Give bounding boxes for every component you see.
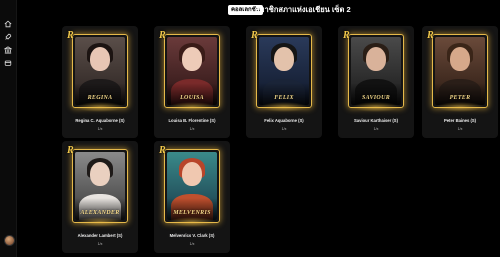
card-count: 1/x: [281, 127, 287, 131]
card-item[interactable]: MELVENRIS R Melvenrics V. Clark (S) 1/x: [154, 141, 230, 253]
card-item[interactable]: SAVIOUR R Saviour Karthaiser (S) 1/x: [338, 26, 414, 138]
card-count: 1/x: [189, 242, 195, 246]
card-item[interactable]: PETER R Peter Baines (S) 1/x: [422, 26, 498, 138]
card-frame: PETER: [432, 34, 488, 108]
cards-icon[interactable]: [4, 59, 12, 67]
card-name: Regina C. Aquaborne (S): [75, 118, 125, 123]
card-name: Melvenrics V. Clark (S): [169, 233, 215, 238]
user-avatar[interactable]: [4, 235, 15, 246]
page-header: คอลเลกชัน สมาชิกสภาแห่งเอเชียน เซ็ต 2: [0, 5, 500, 17]
card-nameplate: SAVIOUR: [362, 95, 390, 101]
card-nameplate: REGINA: [87, 95, 113, 101]
card-name: Saviour Karthaiser (S): [354, 118, 398, 123]
card-count: 1/x: [97, 242, 103, 246]
page-title: สมาชิกสภาแห่งเอเชียน เซ็ต 2: [255, 5, 351, 14]
card-frame: LOUISA: [164, 34, 220, 108]
brand-logo-icon: R: [427, 30, 434, 41]
brand-logo-icon: R: [159, 145, 166, 156]
card-count: 1/x: [457, 127, 463, 131]
rocket-icon[interactable]: [4, 33, 12, 41]
card-nameplate: MELVENRIS: [173, 210, 211, 216]
bank-icon[interactable]: [4, 46, 12, 54]
card-frame: FELIX: [256, 34, 312, 108]
card-name: Alexander Lambert (S): [77, 233, 123, 238]
card-count: 1/x: [97, 127, 103, 131]
brand-logo-icon: R: [343, 30, 350, 41]
card-name: Felix Aquaborne (S): [264, 118, 304, 123]
card-count: 1/x: [373, 127, 379, 131]
card-nameplate: PETER: [449, 95, 471, 101]
card-nameplate: ALEXANDER: [80, 210, 120, 216]
brand-logo-icon: R: [67, 145, 74, 156]
card-count: 1/x: [189, 127, 195, 131]
card-item[interactable]: REGINA R Regina C. Aquaborne (S) 1/x: [62, 26, 138, 138]
card-nameplate: LOUISA: [180, 95, 204, 101]
card-nameplate: FELIX: [274, 95, 294, 101]
card-name: Peter Baines (S): [443, 118, 477, 123]
card-item[interactable]: FELIX R Felix Aquaborne (S) 1/x: [246, 26, 322, 138]
card-frame: MELVENRIS: [164, 149, 220, 223]
card-frame: SAVIOUR: [348, 34, 404, 108]
home-icon[interactable]: [4, 20, 12, 28]
card-name: Louisa B. Florentine (S): [168, 118, 216, 123]
card-frame: REGINA: [72, 34, 128, 108]
brand-logo-icon: R: [67, 30, 74, 41]
card-frame: ALEXANDER: [72, 149, 128, 223]
card-item[interactable]: LOUISA R Louisa B. Florentine (S) 1/x: [154, 26, 230, 138]
brand-logo-icon: R: [251, 30, 258, 41]
card-item[interactable]: ALEXANDER R Alexander Lambert (S) 1/x: [62, 141, 138, 253]
sidebar: [0, 0, 17, 257]
brand-logo-icon: R: [159, 30, 166, 41]
